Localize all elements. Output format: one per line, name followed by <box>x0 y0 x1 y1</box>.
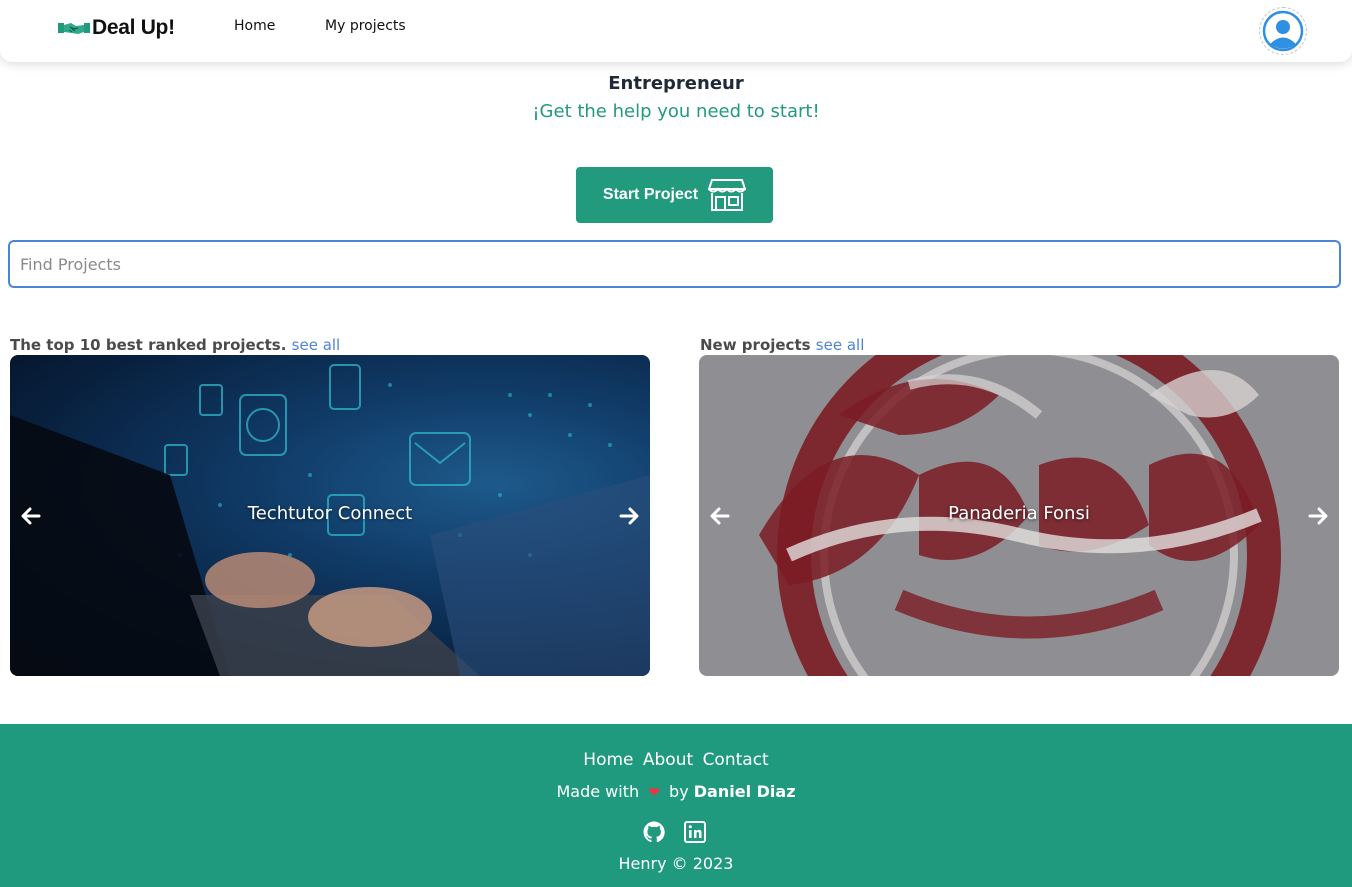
footer-contact-link[interactable]: Contact <box>703 750 769 770</box>
new-projects-heading: New projects see all <box>700 336 864 354</box>
user-avatar-icon <box>1262 10 1304 52</box>
made-with-credit: Made with ❤ by Daniel Diaz <box>0 782 1352 801</box>
nav-home-link[interactable]: Home <box>234 18 275 34</box>
arrow-right-icon <box>1308 507 1328 525</box>
carousel-prev-button[interactable] <box>18 503 44 529</box>
navbar: Deal Up! Home My projects <box>0 0 1352 62</box>
social-links <box>642 820 707 844</box>
hero-title: Entrepreneur <box>608 73 744 94</box>
footer-nav: Home About Contact <box>0 750 1352 770</box>
hero-subtitle: ¡Get the help you need to start! <box>532 101 820 122</box>
copyright: Henry © 2023 <box>618 854 734 873</box>
footer-home-link[interactable]: Home <box>583 750 633 770</box>
nav-my-projects-link[interactable]: My projects <box>325 18 406 34</box>
handshake-icon <box>58 23 90 34</box>
brand-logo[interactable]: Deal Up! <box>58 16 175 40</box>
linkedin-icon[interactable] <box>683 820 707 844</box>
arrow-right-icon <box>619 507 639 525</box>
footer: Home About Contact Made with ❤ by Daniel… <box>0 724 1352 887</box>
carousel-slide-title: Techtutor Connect <box>247 503 413 524</box>
top-projects-heading: The top 10 best ranked projects. see all <box>10 336 340 354</box>
carousel-next-button[interactable] <box>616 503 642 529</box>
footer-about-link[interactable]: About <box>643 750 693 770</box>
carousel-slide-title: Panaderia Fonsi <box>948 503 1090 524</box>
carousel-prev-button[interactable] <box>707 503 733 529</box>
find-projects-input[interactable] <box>8 240 1341 288</box>
new-projects-see-all-link[interactable]: see all <box>816 336 865 354</box>
github-icon[interactable] <box>642 820 666 844</box>
top-projects-label: The top 10 best ranked projects. <box>10 336 287 354</box>
arrow-left-icon <box>710 507 730 525</box>
new-projects-label: New projects <box>700 336 811 354</box>
arrow-left-icon <box>21 507 41 525</box>
top-projects-carousel[interactable]: Techtutor Connect <box>10 355 650 676</box>
author-name: Daniel Diaz <box>693 782 796 801</box>
brand-name: Deal Up! <box>92 16 175 39</box>
made-with-by: by <box>669 782 689 801</box>
heart-icon: ❤ <box>648 785 660 801</box>
start-project-label: Start Project <box>602 186 699 203</box>
user-avatar-button[interactable] <box>1259 7 1307 55</box>
carousel-next-button[interactable] <box>1305 503 1331 529</box>
top-projects-see-all-link[interactable]: see all <box>292 336 341 354</box>
start-project-button[interactable]: Start Project <box>576 167 773 223</box>
made-with-prefix: Made with <box>556 782 640 801</box>
new-projects-carousel[interactable]: Panaderia Fonsi <box>699 355 1339 676</box>
store-icon <box>708 179 747 211</box>
